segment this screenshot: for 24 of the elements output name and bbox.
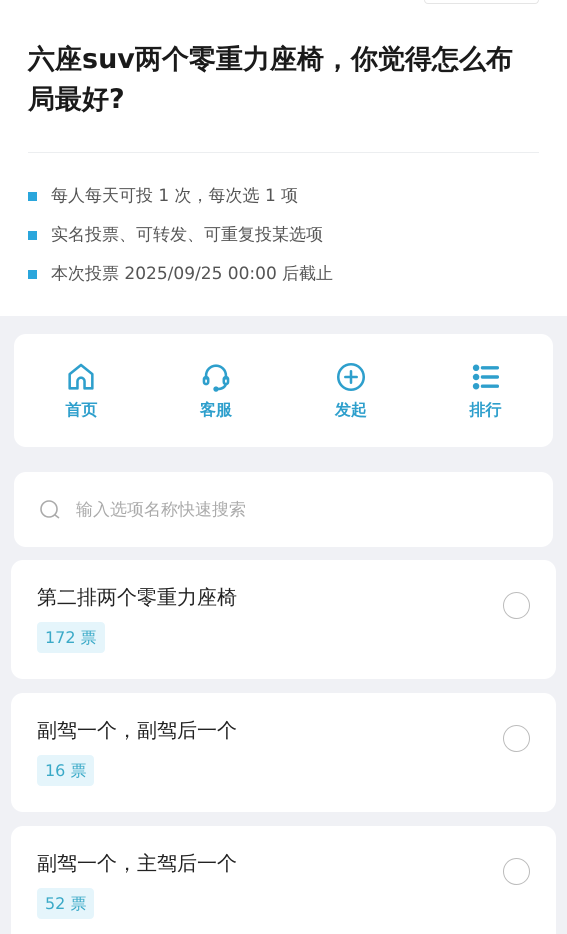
option-radio[interactable] <box>503 592 530 619</box>
rule-text: 每人每天可投 1 次，每次选 1 项 <box>51 184 298 208</box>
option-card[interactable]: 第二排两个零重力座椅 172 票 <box>11 560 556 679</box>
bullet-square <box>28 231 37 240</box>
vote-count: 52 票 <box>37 888 94 919</box>
nav-item[interactable]: 发起 <box>284 360 418 422</box>
option-card[interactable]: 副驾一个，主驾后一个 52 票 <box>11 826 556 934</box>
bullet-square <box>28 270 37 279</box>
poll-title: 六座suv两个零重力座椅，你觉得怎么布局最好? <box>28 43 514 117</box>
nav-item[interactable]: 首页 <box>14 360 149 422</box>
option-name: 副驾一个，副驾后一个 <box>37 717 237 744</box>
option-card[interactable]: 副驾一个，副驾后一个 16 票 <box>11 693 556 812</box>
rule-text: 本次投票 2025/09/25 00:00 后截止 <box>51 262 334 286</box>
option-name: 第二排两个零重力座椅 <box>37 584 237 611</box>
vote-count: 172 票 <box>37 622 105 653</box>
option-name: 副驾一个，主驾后一个 <box>37 850 237 877</box>
rule-text: 实名投票、可转发、可重复投某选项 <box>51 224 323 247</box>
search-field[interactable]: 输入选项名称快速搜索 <box>14 472 553 547</box>
option-radio[interactable] <box>503 725 530 752</box>
bullet-square <box>28 192 37 201</box>
nav-item[interactable]: 排行 <box>418 360 553 422</box>
nav-item[interactable]: 客服 <box>148 360 284 422</box>
option-radio[interactable] <box>503 858 530 885</box>
vote-count: 16 票 <box>37 755 94 786</box>
